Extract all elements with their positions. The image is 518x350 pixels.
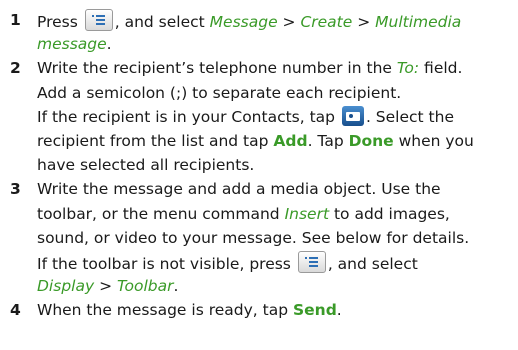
step-text: If the toolbar is not visible, press: [37, 255, 296, 273]
step-text: Write the recipient’s telephone number i…: [37, 59, 397, 78]
step-1-line: message.: [37, 33, 112, 55]
step-number: 1: [10, 11, 21, 29]
step-text: .: [336, 301, 342, 320]
step-text: . Select the: [365, 107, 454, 126]
step-text: .: [173, 277, 179, 296]
step-3-line: Display > Toolbar.: [37, 275, 178, 297]
step-2-line: Write the recipient’s telephone number i…: [37, 57, 462, 79]
step-text: . Tap: [307, 132, 349, 150]
step-3-line: If the toolbar is not visible, press , a…: [37, 251, 418, 273]
menu-path-text: Multimedia: [375, 13, 462, 31]
step-text: recipient from the list and tap: [37, 132, 274, 150]
menu-path-text: Toolbar: [116, 277, 174, 296]
step-text: , and select: [327, 255, 418, 273]
step-3-line: toolbar, or the menu command Insert to a…: [37, 203, 450, 225]
button-name-text: Done: [348, 132, 394, 150]
step-2-line: If the recipient is in your Contacts, ta…: [37, 105, 454, 128]
step-text: Write the message and add a media object…: [37, 180, 441, 199]
step-text: field.: [419, 59, 463, 78]
step-text: If the recipient is in your Contacts, ta…: [37, 107, 340, 126]
step-1-line: Press , and select Message > Create > Mu…: [37, 9, 461, 31]
step-number: 3: [10, 180, 21, 199]
step-text: toolbar, or the menu command: [37, 204, 285, 223]
step-number: 2: [10, 59, 21, 78]
menu-path-text: Display: [37, 277, 95, 296]
step-3-line: sound, or video to your message. See bel…: [37, 227, 469, 249]
step-text: sound, or video to your message. See bel…: [37, 228, 470, 247]
menu-key-icon: [297, 251, 326, 273]
step-number: 4: [10, 301, 21, 320]
step-text: have selected all recipients.: [37, 156, 255, 175]
menu-key-icon: [84, 9, 113, 31]
step-text: When the message is ready, tap: [37, 301, 293, 320]
step-text: >: [94, 277, 117, 296]
menu-path-text: Message: [209, 13, 278, 31]
step-2-line: recipient from the list and tap Add. Tap…: [37, 130, 474, 152]
step-text: , and select: [114, 13, 210, 31]
contacts-icon: [341, 105, 364, 126]
step-text: >: [352, 13, 376, 31]
step-text: when you: [393, 132, 474, 150]
step-text: to add images,: [329, 204, 450, 223]
step-2-line: Add a semicolon (;) to separate each rec…: [37, 82, 401, 104]
step-text: .: [106, 35, 112, 54]
button-name-text: Send: [292, 301, 337, 320]
step-text: >: [277, 13, 301, 31]
step-text: Add a semicolon (;) to separate each rec…: [37, 83, 402, 102]
step-4-line: When the message is ready, tap Send.: [37, 299, 342, 321]
button-name-text: Add: [273, 132, 308, 150]
step-2-line: have selected all recipients.: [37, 154, 254, 176]
menu-path-text: Insert: [284, 204, 330, 223]
menu-path-text: message: [37, 35, 107, 54]
step-text: Press: [37, 13, 83, 31]
menu-path-text: Create: [300, 13, 353, 31]
step-3-line: Write the message and add a media object…: [37, 178, 441, 200]
menu-path-text: To:: [396, 59, 420, 78]
